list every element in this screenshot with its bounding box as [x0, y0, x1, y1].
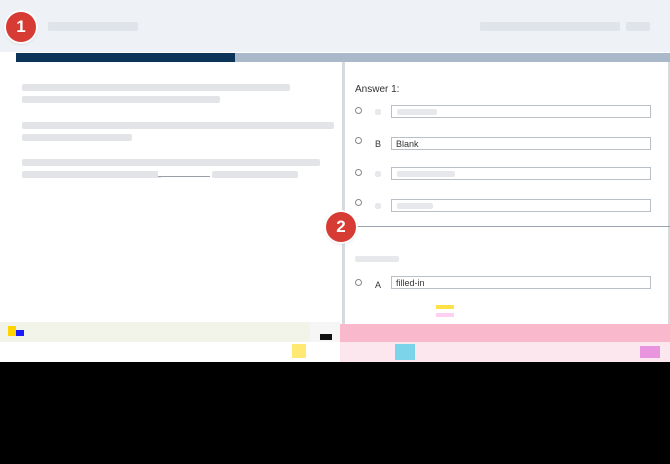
header-bar: [0, 0, 670, 52]
progress-bar: [16, 53, 670, 62]
option-radio[interactable]: [355, 169, 362, 176]
option-blur: [397, 203, 433, 209]
answer-pane: Answer 1: B Blank A filled-in: [345, 62, 668, 324]
option-letter: [375, 201, 381, 211]
question-text-line: [22, 134, 132, 141]
progress-fill: [16, 53, 236, 62]
answer-1-title: Answer 1:: [355, 84, 400, 95]
option-letter: [375, 169, 381, 179]
callout-marker-2: 2: [326, 212, 356, 242]
glitch-block: [436, 313, 454, 317]
question-text-line: [22, 96, 220, 103]
option-blur: [397, 171, 455, 177]
option-letter: [375, 107, 381, 117]
glitch-strip: [0, 322, 310, 342]
option-radio[interactable]: [355, 199, 362, 206]
blank-slot[interactable]: [158, 168, 210, 177]
header-tools-blur: [480, 22, 620, 31]
option-radio[interactable]: [355, 137, 362, 144]
option-radio[interactable]: [355, 279, 362, 286]
glitch-block: [436, 305, 454, 309]
glitch-block: [640, 346, 660, 358]
glitch-block: [8, 326, 16, 336]
option-letter: A: [375, 280, 382, 290]
question-text-line: [212, 171, 298, 178]
glitch-block: [16, 330, 24, 336]
option-blur: [397, 109, 437, 115]
answer-2-title-blur: [355, 256, 399, 262]
question-text-line: [22, 122, 334, 129]
question-text-line: [22, 84, 290, 91]
header-title-blur: [48, 22, 138, 31]
callout-marker-1: 1: [6, 12, 36, 42]
quiz-window: Answer 1: B Blank A filled-in 1 2: [0, 0, 670, 362]
glitch-block: [292, 344, 306, 358]
glitch-block: [395, 344, 415, 360]
glitch-strip: [340, 342, 670, 362]
question-text-line: [22, 171, 162, 178]
glitch-block: [320, 334, 332, 340]
option-field[interactable]: filled-in: [391, 276, 651, 289]
question-pane: [16, 62, 342, 322]
glitch-strip: [340, 324, 670, 342]
option-letter: B: [375, 139, 382, 149]
option-field[interactable]: Blank: [391, 137, 651, 150]
question-text-line: [22, 159, 320, 166]
option-radio[interactable]: [355, 107, 362, 114]
header-tool-blur: [626, 22, 650, 31]
